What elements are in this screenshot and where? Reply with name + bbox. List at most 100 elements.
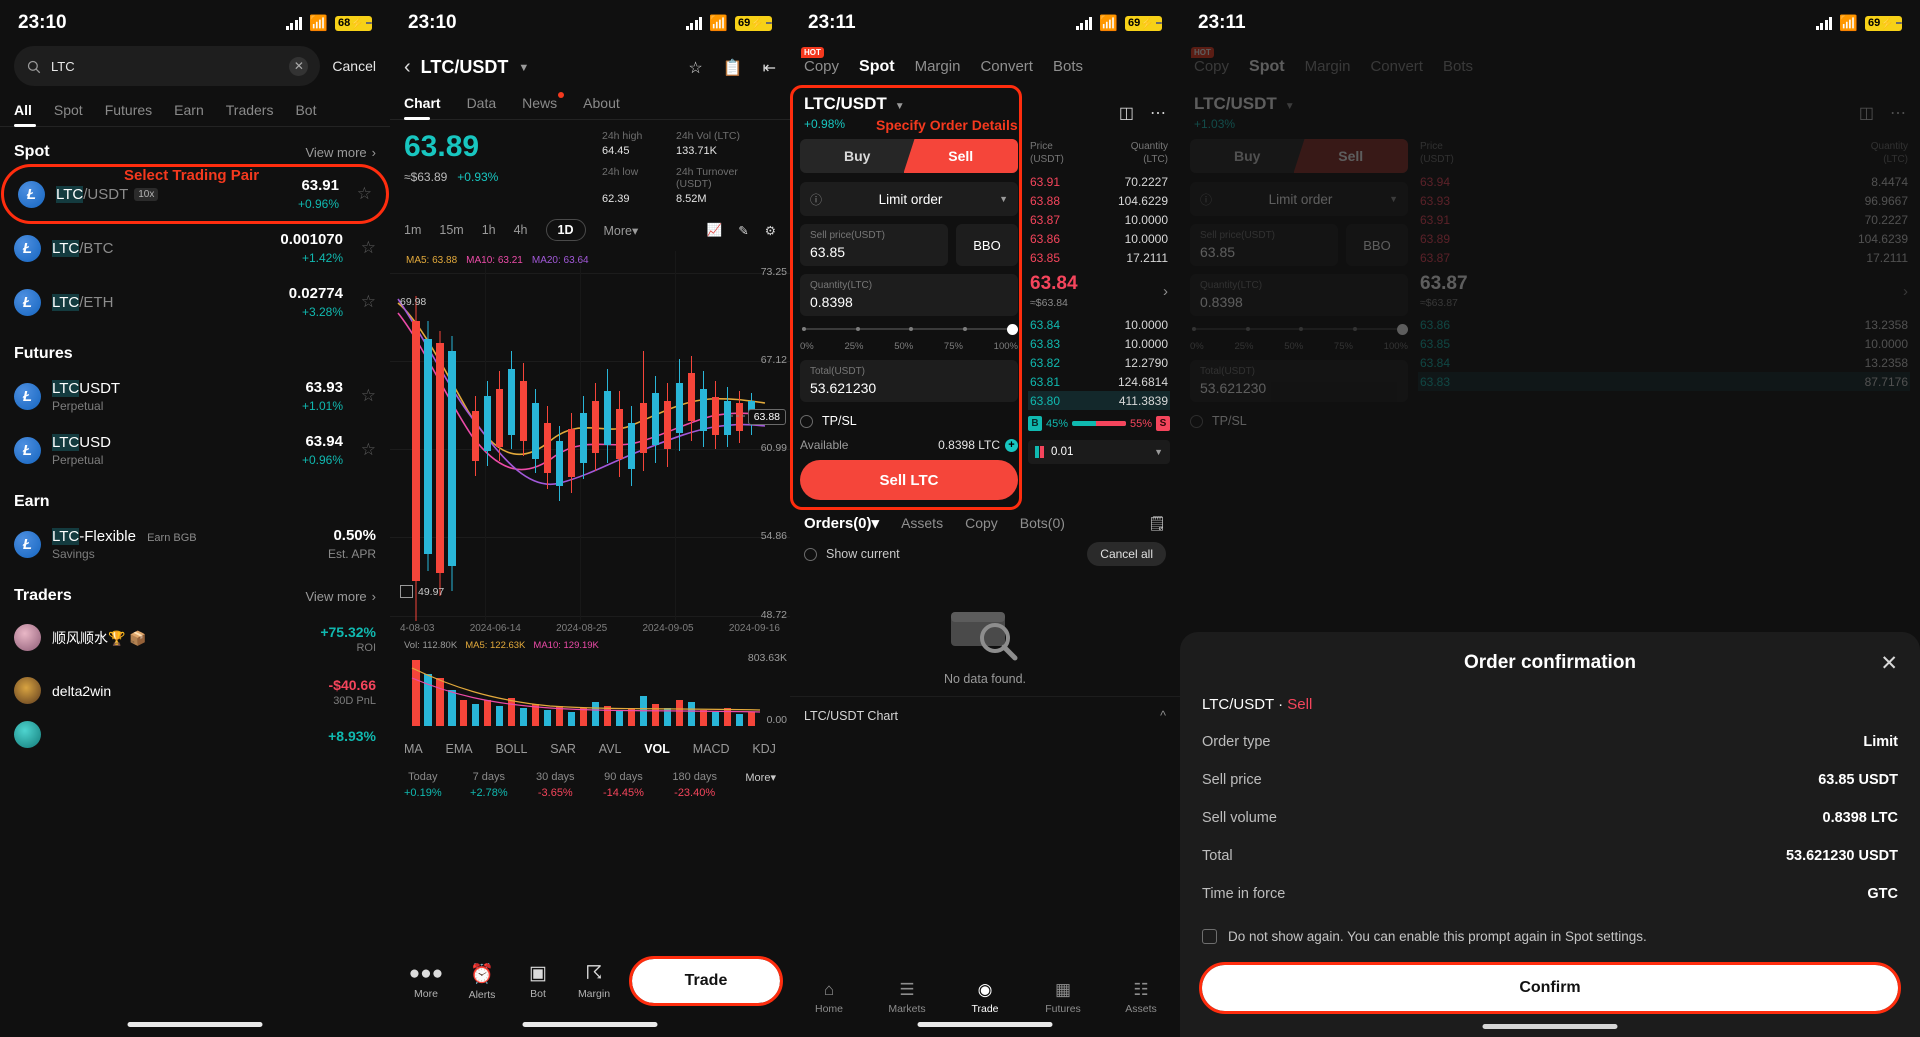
amount-slider[interactable] [802, 323, 1018, 335]
tab-about[interactable]: About [583, 95, 620, 120]
tab-traders[interactable]: Traders [226, 102, 274, 127]
chevron-right-icon[interactable]: › [1163, 283, 1168, 300]
list-item-ltc-btc[interactable]: Ł LTC/BTC 0.001070 +1.42% ☆ [0, 221, 390, 275]
sell-tab[interactable]: Sell [903, 139, 1018, 173]
radio-icon[interactable] [804, 547, 817, 561]
sell-price-field[interactable]: Sell price(USDT) 63.85 [800, 224, 948, 266]
search-input[interactable]: LTC ✕ [14, 46, 321, 86]
list-item-trader[interactable]: delta2win -$40.66 30D PnL [0, 664, 390, 717]
nav-trade[interactable]: ◉ Trade [946, 980, 1024, 1015]
tab-futures[interactable]: Futures [105, 102, 152, 127]
tab-news[interactable]: News [522, 92, 565, 120]
view-more-spot[interactable]: View more › [305, 145, 376, 160]
tab-data[interactable]: Data [467, 95, 497, 120]
favorite-star-icon[interactable]: ☆ [354, 440, 376, 460]
nav-margin[interactable]: Margin [915, 58, 961, 76]
order-type-select[interactable]: ⓘ Limit order ▼ [800, 182, 1018, 216]
sell-ltc-button[interactable]: Sell LTC [800, 460, 1018, 500]
bid-row[interactable]: 63.81 124.6814 [1028, 372, 1170, 391]
chart-link-row[interactable]: LTC/USDT Chart ^ [790, 696, 1180, 735]
nav-assets[interactable]: ☷ Assets [1102, 980, 1180, 1015]
tab-spot[interactable]: Spot [54, 102, 83, 127]
cancel-button[interactable]: Cancel [332, 58, 376, 74]
ind-avl[interactable]: AVL [599, 742, 622, 756]
bid-row[interactable]: 63.82 12.2790 [1028, 353, 1170, 372]
more-dots-icon[interactable]: ⋯ [1150, 103, 1166, 123]
tf-1m[interactable]: 1m [404, 223, 421, 237]
ask-row[interactable]: 63.86 10.0000 [1028, 229, 1170, 248]
bottom-alerts[interactable]: ⏰ Alerts [456, 962, 508, 1001]
ask-row[interactable]: 63.85 17.2111 [1028, 248, 1170, 267]
ask-row[interactable]: 63.88 104.6229 [1028, 191, 1170, 210]
favorite-star-icon[interactable]: ☆ [354, 386, 376, 406]
perf-more[interactable]: More▾ [745, 771, 776, 799]
clear-icon[interactable]: ✕ [289, 56, 309, 76]
tab-assets[interactable]: Assets [901, 515, 943, 531]
ind-boll[interactable]: BOLL [495, 742, 527, 756]
list-item-ltcusdt-perp[interactable]: Ł LTCUSDT Perpetual 63.93 +1.01% ☆ [0, 369, 390, 423]
tf-1h[interactable]: 1h [482, 223, 496, 237]
nav-convert[interactable]: Convert [980, 58, 1033, 76]
trade-button[interactable]: Trade [629, 956, 783, 1006]
nav-markets[interactable]: ☰ Markets [868, 980, 946, 1015]
buy-tab[interactable]: Buy [800, 139, 915, 173]
line-chart-icon[interactable]: 📈 [707, 223, 723, 238]
share-icon[interactable]: ⇤ [763, 58, 776, 78]
quantity-field[interactable]: Quantity(LTC) 0.8398 [800, 274, 1018, 316]
favorite-star-icon[interactable]: ☆ [354, 292, 376, 312]
nav-spot[interactable]: Spot [859, 58, 895, 76]
tab-orders[interactable]: Orders(0)▾ [804, 514, 879, 532]
tab-earn[interactable]: Earn [174, 102, 204, 127]
ind-macd[interactable]: MACD [693, 742, 730, 756]
chevron-down-icon[interactable]: ▼ [895, 101, 905, 112]
bid-row[interactable]: 63.80 411.3839 [1028, 391, 1170, 410]
candlestick-chart[interactable]: MA5: 63.88 MA10: 63.21 MA20: 63.64 73.25… [390, 251, 790, 621]
tpsl-toggle[interactable]: TP/SL [800, 410, 1018, 438]
bid-row[interactable]: 63.83 10.0000 [1028, 334, 1170, 353]
favorite-star-icon[interactable]: ☆ [688, 58, 702, 78]
tf-1d[interactable]: 1D [545, 219, 586, 241]
cancel-all-button[interactable]: Cancel all [1087, 542, 1166, 566]
layout-icon[interactable]: ◫ [1119, 103, 1134, 123]
nav-copy[interactable]: HOT Copy [801, 47, 839, 76]
order-history-icon[interactable]: 🗒 [1148, 515, 1166, 532]
tab-all[interactable]: All [14, 102, 36, 127]
bottom-bot[interactable]: ▣ Bot [512, 962, 564, 1000]
bbo-button[interactable]: BBO [956, 224, 1018, 266]
total-field[interactable]: Total(USDT) 53.621230 [800, 360, 1018, 402]
ind-ma[interactable]: MA [404, 742, 423, 756]
back-icon[interactable]: ‹ [404, 56, 411, 79]
ask-row[interactable]: 63.87 10.0000 [1028, 210, 1170, 229]
bottom-margin[interactable]: ☈ Margin [568, 962, 620, 1000]
favorite-star-icon[interactable]: ☆ [354, 238, 376, 258]
list-item-trader[interactable]: +8.93% [0, 717, 390, 758]
list-item-ltc-eth[interactable]: Ł LTC/ETH 0.02774 +3.28% ☆ [0, 275, 390, 329]
nav-home[interactable]: ⌂ Home [790, 980, 868, 1015]
ind-kdj[interactable]: KDJ [752, 742, 776, 756]
tf-more[interactable]: More▾ [604, 223, 639, 238]
tf-15m[interactable]: 15m [439, 223, 463, 237]
slider-handle[interactable] [1007, 323, 1018, 335]
draw-icon[interactable]: ✎ [738, 223, 748, 238]
tf-4h[interactable]: 4h [514, 223, 528, 237]
nav-futures[interactable]: ▦ Futures [1024, 980, 1102, 1015]
tab-bot[interactable]: Bot [295, 102, 316, 127]
view-more-traders[interactable]: View more › [305, 589, 376, 604]
add-funds-icon[interactable]: + [1005, 438, 1018, 452]
gear-icon[interactable]: ⚙ [765, 223, 776, 238]
ind-sar[interactable]: SAR [550, 742, 576, 756]
ind-vol[interactable]: VOL [644, 742, 670, 756]
list-item-trader[interactable]: 顺风顺水🏆 📦 +75.32% ROI [0, 611, 390, 664]
tab-chart[interactable]: Chart [404, 95, 441, 120]
close-icon[interactable]: ✕ [1880, 651, 1898, 676]
ind-ema[interactable]: EMA [446, 742, 473, 756]
order-book-mid[interactable]: 63.84 ≈$63.84 › [1028, 267, 1170, 315]
chevron-down-icon[interactable]: ▼ [518, 62, 529, 74]
list-item-ltc-flexible[interactable]: Ł LTC-Flexible Earn BGB Savings 0.50% Est… [0, 517, 390, 571]
favorite-star-icon[interactable]: ☆ [350, 184, 372, 204]
bid-row[interactable]: 63.84 10.0000 [1028, 315, 1170, 334]
tab-copy[interactable]: Copy [965, 515, 998, 531]
tab-bots[interactable]: Bots(0) [1020, 515, 1065, 531]
list-item-ltc-usdt[interactable]: Ł LTC/USDT 10x 63.91 +0.96% ☆ [1, 164, 389, 224]
note-icon[interactable]: 📋 [723, 58, 743, 78]
